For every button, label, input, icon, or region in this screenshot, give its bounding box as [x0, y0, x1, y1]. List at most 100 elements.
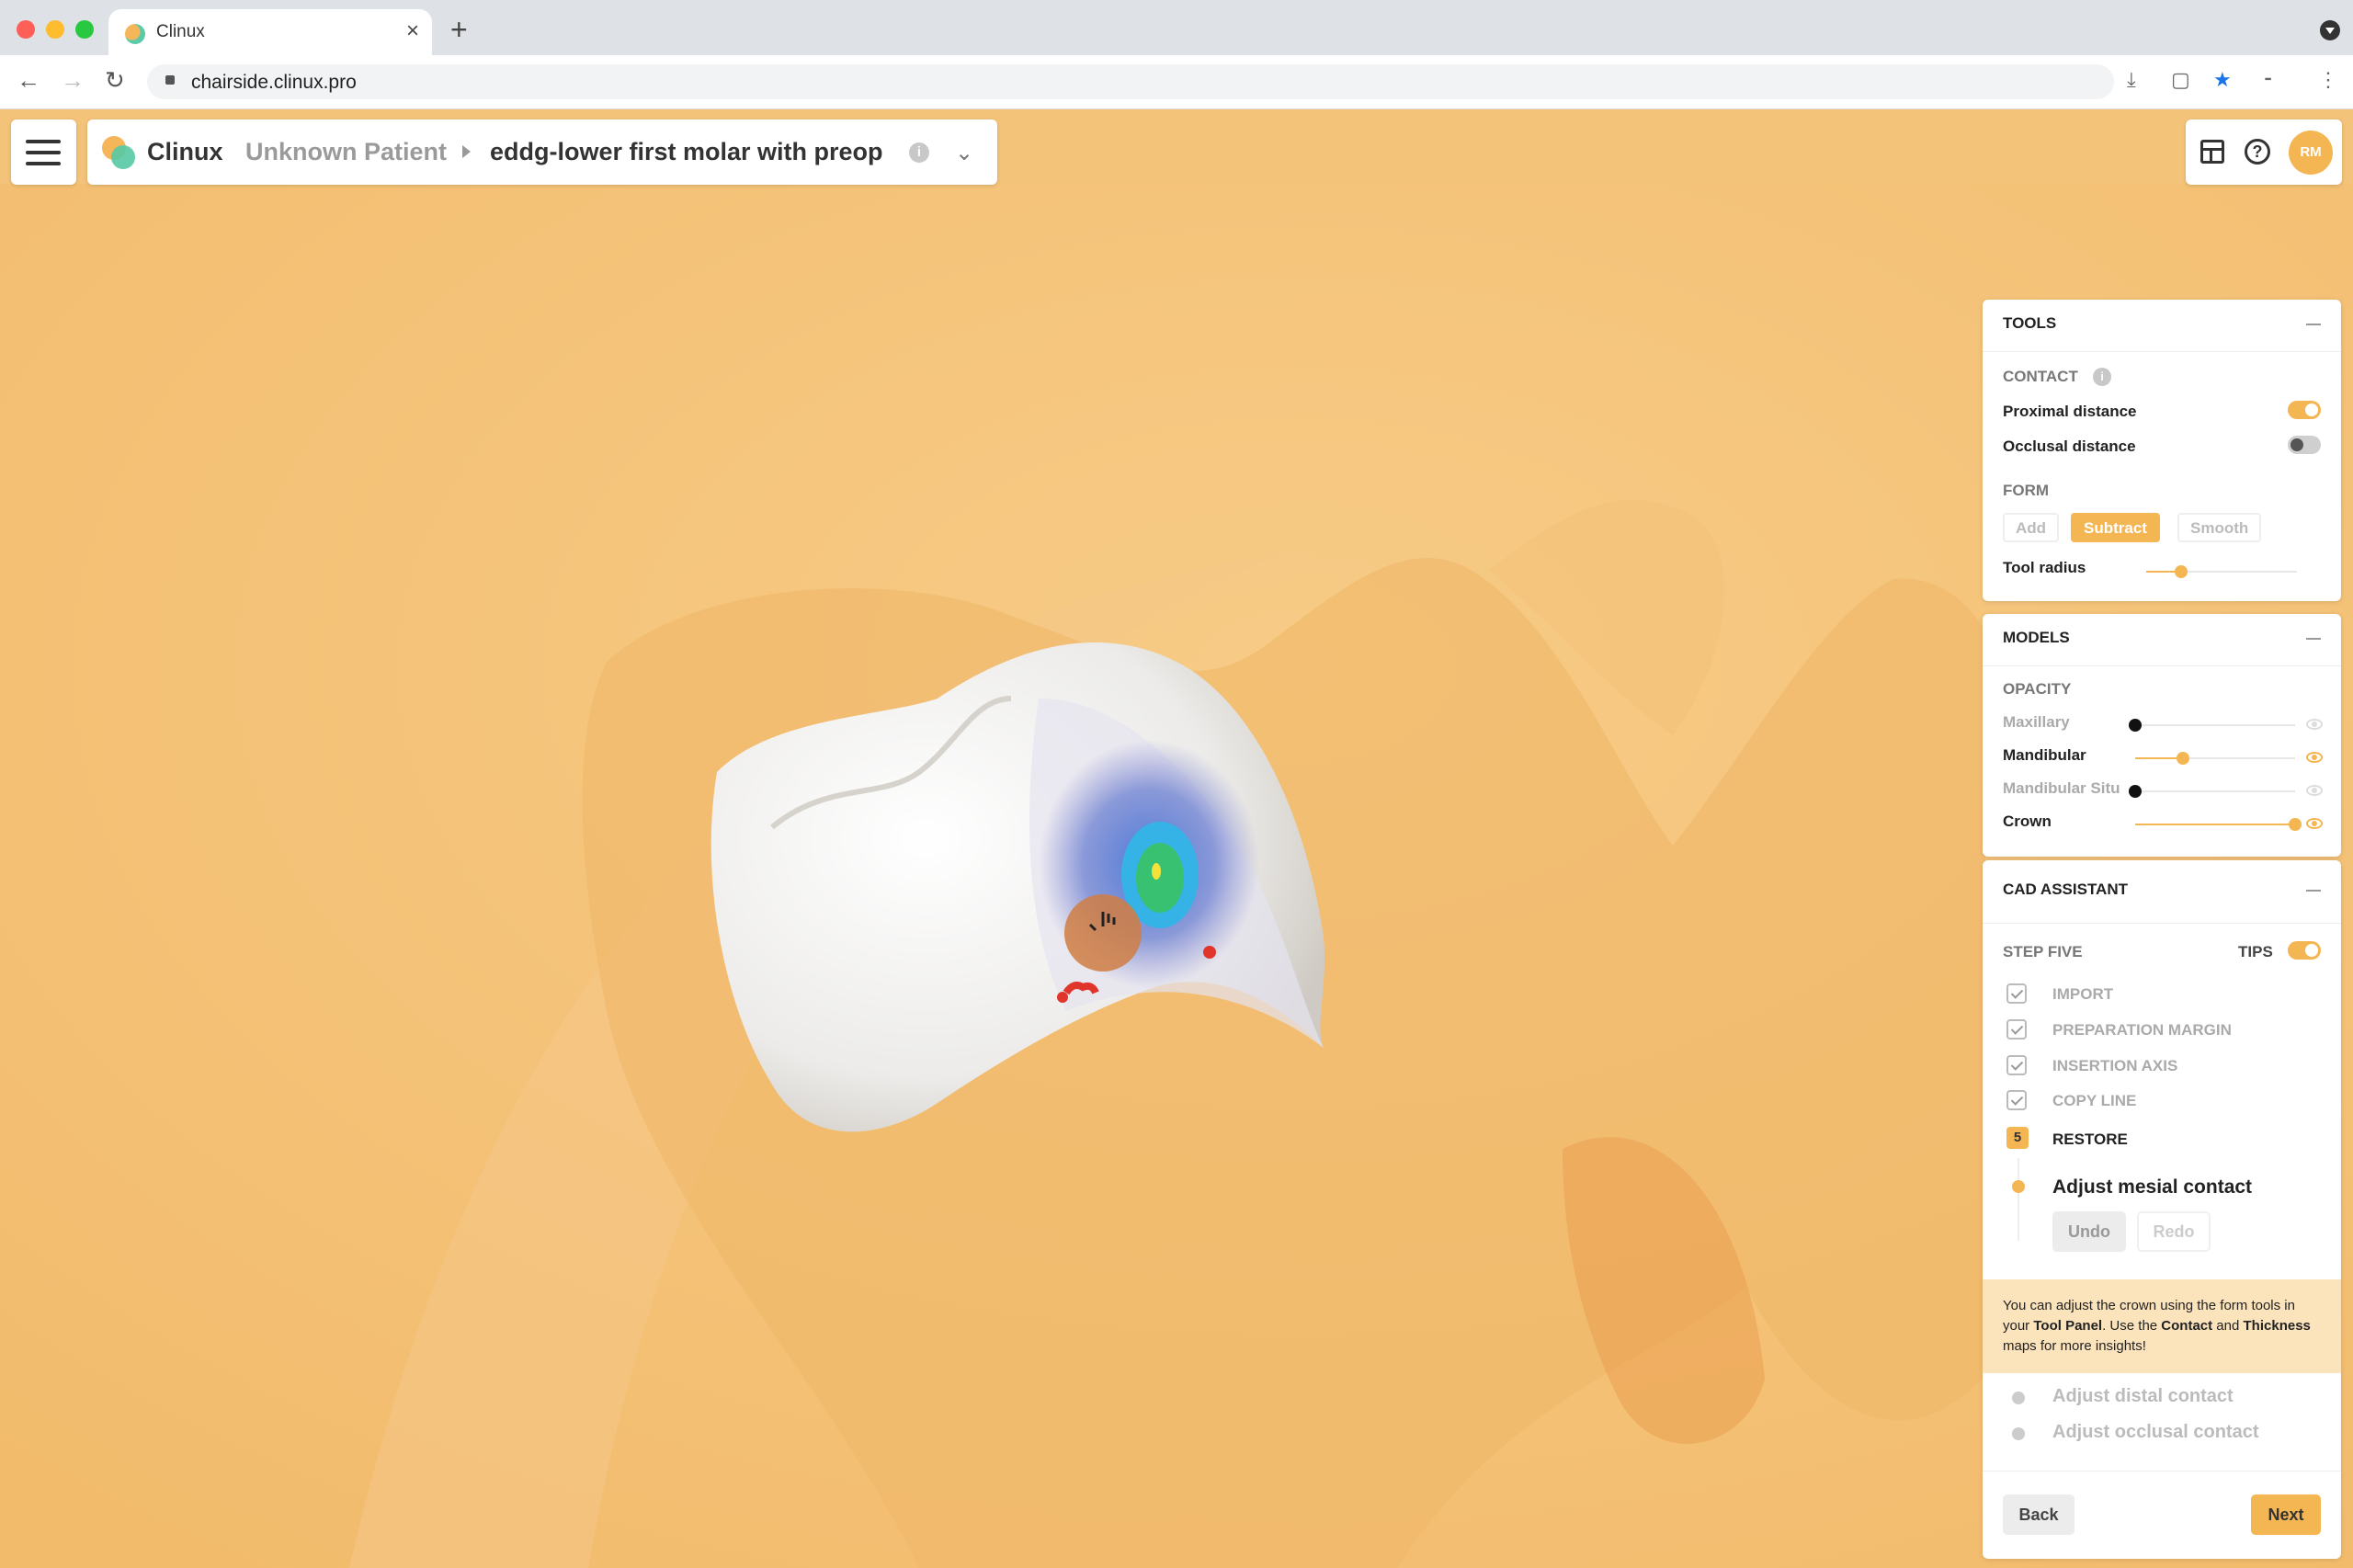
- proximal-distance-label: Proximal distance: [2003, 403, 2137, 420]
- layout-icon[interactable]: [2200, 140, 2224, 164]
- brand-name: Clinux: [147, 138, 223, 165]
- user-avatar[interactable]: RM: [2289, 131, 2333, 175]
- contact-marker-red: [1203, 946, 1216, 959]
- url-text: chairside.clinux.pro: [191, 72, 357, 93]
- chevron-down-icon[interactable]: ⌄: [955, 140, 973, 166]
- browser-menu-icon[interactable]: ⋮: [2318, 68, 2338, 92]
- pending-substep-dot: [2012, 1427, 2025, 1440]
- contact-section-label: CONTACT: [2003, 368, 2078, 385]
- info-icon[interactable]: i: [909, 142, 929, 163]
- tip-box: You can adjust the crown using the form …: [1983, 1279, 2341, 1373]
- tab-search-icon[interactable]: [2320, 20, 2340, 40]
- step-insertion-axis-checkbox: [2006, 1055, 2027, 1075]
- back-button[interactable]: Back: [2003, 1494, 2075, 1535]
- collapse-icon[interactable]: [2306, 890, 2321, 892]
- step-label: STEP FIVE: [2003, 943, 2083, 960]
- next-button[interactable]: Next: [2251, 1494, 2321, 1535]
- model-opacity-slider[interactable]: [2135, 818, 2302, 831]
- form-add-button[interactable]: Add: [2003, 513, 2060, 542]
- model-opacity-thumb[interactable]: [2129, 719, 2142, 732]
- browser-tab-strip: Clinux × +: [0, 0, 2353, 57]
- model-opacity-fill: [2135, 824, 2295, 825]
- active-substep: Adjust mesial contact: [2052, 1176, 2253, 1198]
- tips-label: TIPS: [2238, 943, 2273, 960]
- bookmark-star-icon[interactable]: ★: [2213, 68, 2232, 92]
- model-opacity-thumb[interactable]: [2289, 818, 2302, 831]
- step-insertion-axis: INSERTION AXIS: [2052, 1057, 2178, 1074]
- tab-close-icon[interactable]: ×: [406, 18, 419, 44]
- visibility-eye-icon[interactable]: [2306, 785, 2323, 796]
- model-opacity-slider[interactable]: [2129, 785, 2295, 798]
- undo-button[interactable]: Undo: [2052, 1211, 2126, 1252]
- step-copy-line: COPY LINE: [2052, 1092, 2137, 1109]
- tool-radius-label: Tool radius: [2003, 559, 2086, 576]
- redo-button[interactable]: Redo: [2137, 1211, 2211, 1252]
- step-preparation-margin: PREPARATION MARGIN: [2052, 1021, 2232, 1039]
- cad-assistant-title: CAD ASSISTANT: [2003, 881, 2128, 898]
- breadcrumb-arrow-icon: [462, 145, 471, 158]
- model-label: Mandibular Situ: [2003, 779, 2120, 797]
- tip-text: You can adjust the crown using the form …: [2003, 1298, 2311, 1354]
- tool-brush-cursor: [1064, 894, 1142, 971]
- new-tab-icon[interactable]: +: [450, 13, 468, 47]
- occlusal-distance-label: Occlusal distance: [2003, 437, 2136, 455]
- step-import-checkbox: [2006, 983, 2027, 1004]
- hamburger-menu-button[interactable]: [11, 119, 76, 185]
- tool-radius-slider[interactable]: [2146, 565, 2297, 578]
- step-restore: RESTORE: [2052, 1131, 2128, 1148]
- visibility-eye-icon[interactable]: [2306, 719, 2323, 730]
- model-opacity-slider[interactable]: [2135, 752, 2295, 765]
- step-number-badge: 5: [2006, 1127, 2029, 1149]
- browser-tab[interactable]: Clinux ×: [108, 9, 432, 57]
- forward-arrow-icon[interactable]: →: [61, 66, 85, 95]
- help-icon[interactable]: ?: [2245, 139, 2270, 165]
- case-title-bar: Clinux Unknown Patient eddg-lower first …: [87, 119, 997, 185]
- extension-icon[interactable]: ⁃: [2263, 68, 2273, 92]
- model-opacity-thumb[interactable]: [2129, 785, 2142, 798]
- model-opacity-slider[interactable]: [2129, 719, 2295, 732]
- model-label: Mandibular: [2003, 746, 2086, 764]
- pending-substep-occlusal: Adjust occlusal contact: [2052, 1422, 2259, 1442]
- page-icon[interactable]: ▢: [2171, 68, 2190, 92]
- form-subtract-button[interactable]: Subtract: [2071, 513, 2160, 542]
- form-smooth-button[interactable]: Smooth: [2177, 513, 2262, 542]
- reload-icon[interactable]: ↻: [105, 66, 125, 95]
- contact-map-yellow: [1152, 863, 1161, 880]
- patient-name-link[interactable]: Unknown Patient: [245, 138, 447, 166]
- visibility-eye-icon[interactable]: [2306, 818, 2323, 829]
- contact-marker-red: [1057, 992, 1068, 1003]
- proximal-distance-toggle[interactable]: [2288, 401, 2321, 419]
- model-label: Maxillary: [2003, 713, 2070, 731]
- close-window-button[interactable]: [17, 20, 35, 39]
- visibility-eye-icon[interactable]: [2306, 752, 2323, 763]
- tips-toggle[interactable]: [2288, 941, 2321, 960]
- info-icon[interactable]: i: [2093, 368, 2111, 386]
- cad-assistant-panel: CAD ASSISTANT STEP FIVE TIPS IMPORT PREP…: [1983, 860, 2341, 1559]
- pending-substep-distal: Adjust distal contact: [2052, 1386, 2234, 1406]
- zoom-window-button[interactable]: [75, 20, 94, 39]
- tool-radius-thumb[interactable]: [2174, 565, 2188, 578]
- collapse-icon[interactable]: [2306, 638, 2321, 640]
- active-substep-dot: [2012, 1180, 2025, 1193]
- header-actions: ? RM: [2186, 119, 2342, 185]
- opacity-section-label: OPACITY: [2003, 680, 2072, 698]
- model-label: Crown: [2003, 812, 2052, 830]
- tab-title: Clinux: [156, 22, 205, 41]
- lock-icon: [165, 75, 175, 85]
- step-import: IMPORT: [2052, 985, 2114, 1003]
- back-arrow-icon[interactable]: ←: [17, 66, 40, 95]
- minimize-window-button[interactable]: [46, 20, 64, 39]
- model-opacity-thumb[interactable]: [2177, 752, 2190, 765]
- tools-panel-title: TOOLS: [2003, 314, 2057, 332]
- collapse-icon[interactable]: [2306, 324, 2321, 325]
- occlusal-distance-toggle[interactable]: [2288, 436, 2321, 454]
- clinux-logo-icon: [102, 136, 135, 169]
- tools-panel: TOOLS CONTACT i Proximal distance Occlus…: [1983, 300, 2341, 601]
- models-panel: MODELS OPACITY Maxillary Mandibular Mandib…: [1983, 614, 2341, 857]
- url-field[interactable]: chairside.clinux.pro: [147, 64, 2114, 99]
- form-section-label: FORM: [2003, 482, 2050, 499]
- clinux-favicon-icon: [125, 24, 145, 44]
- case-name: eddg-lower first molar with preop: [490, 138, 883, 165]
- install-icon[interactable]: ⤓: [2127, 68, 2136, 92]
- address-bar-row: ← → ↻ chairside.clinux.pro ⤓ ▢ ★ ⁃ ⋮: [0, 55, 2353, 109]
